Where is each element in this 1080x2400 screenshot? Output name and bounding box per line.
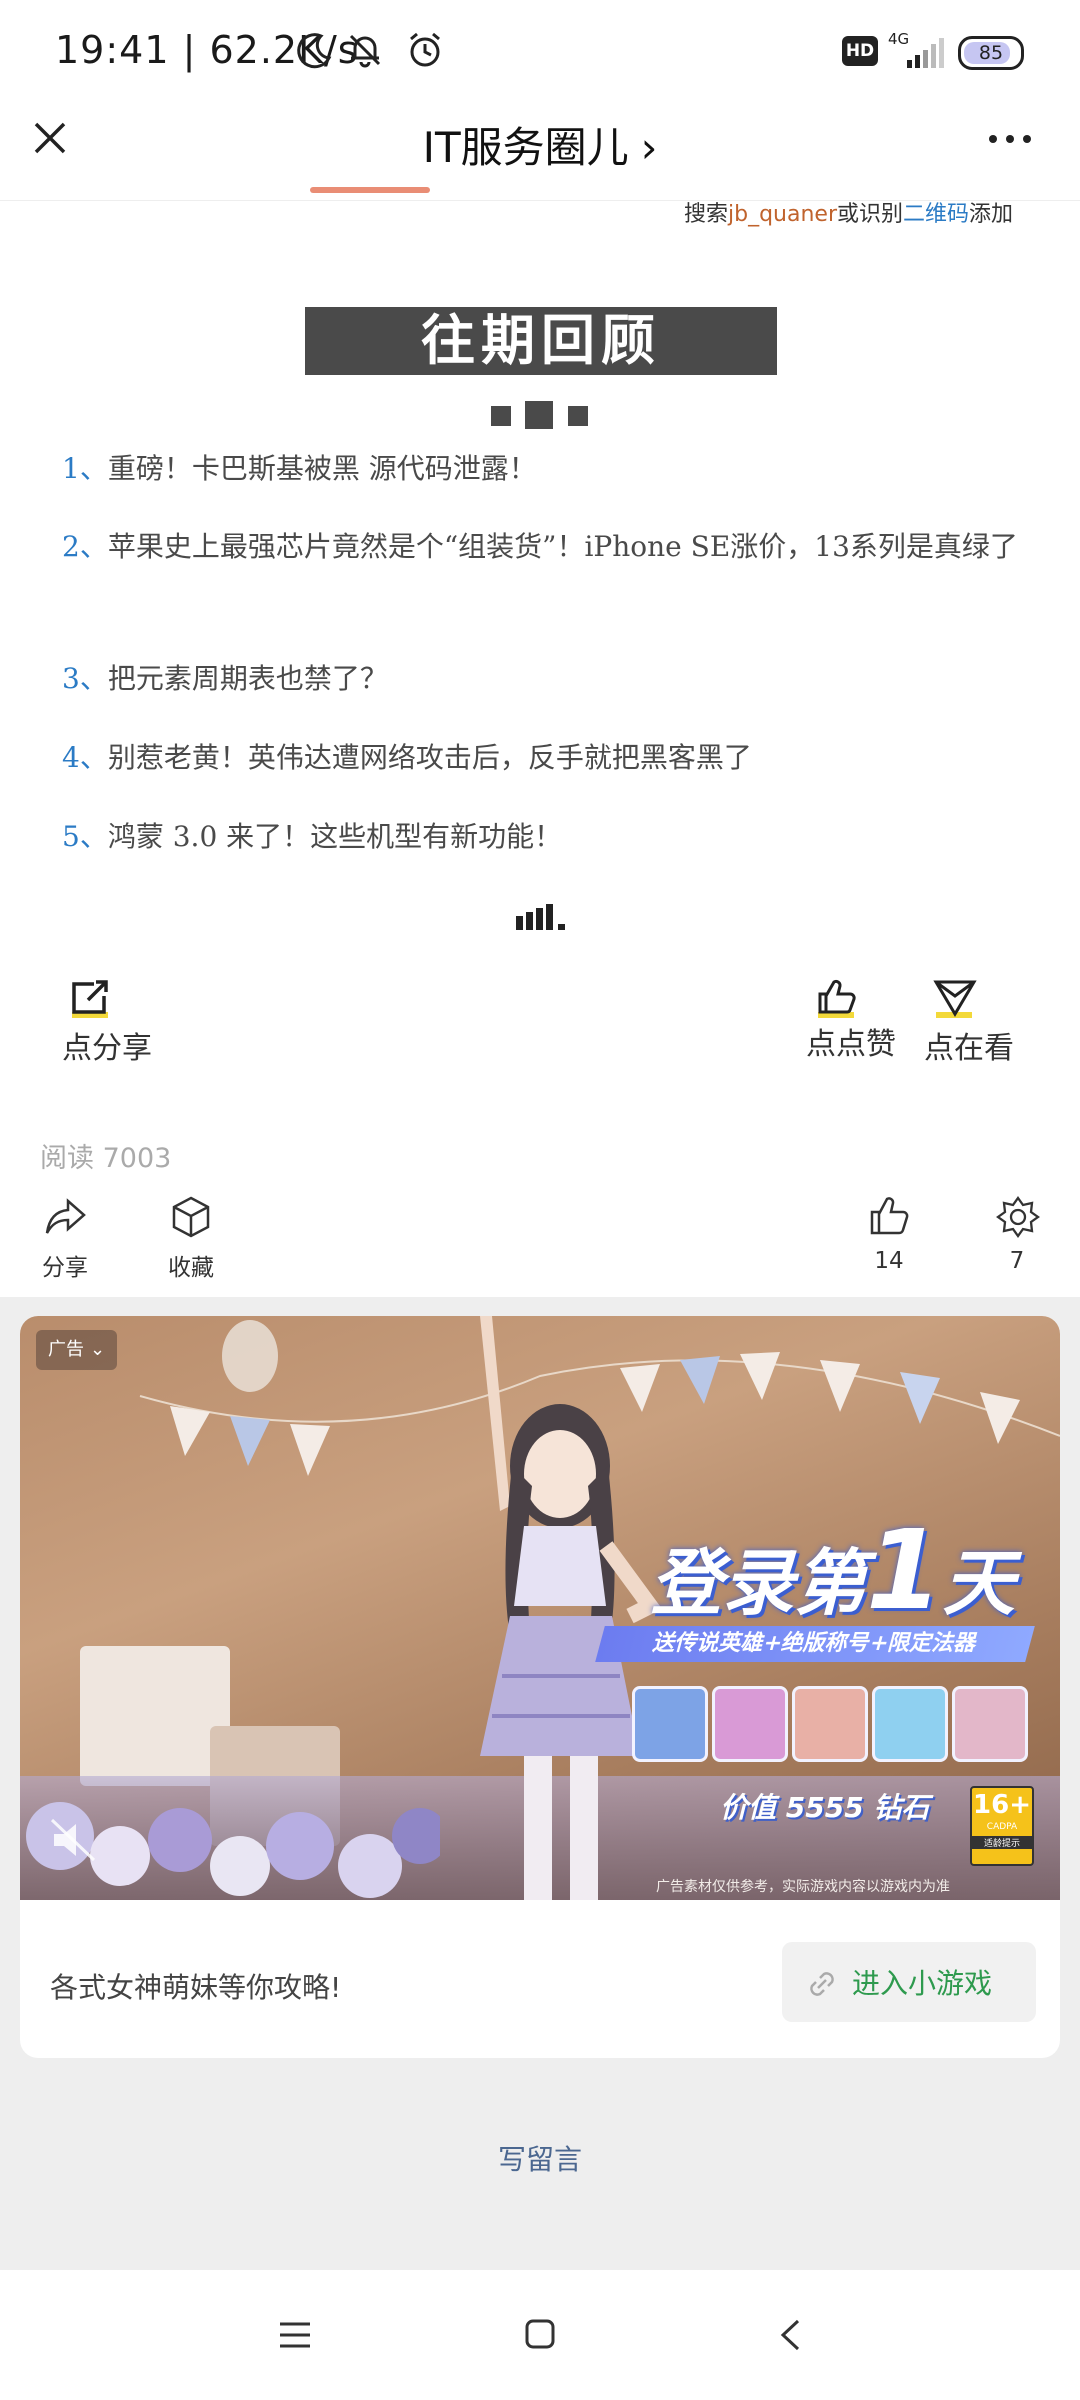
review-link-5[interactable]: 5、鸿蒙 3.0 来了！这些机型有新功能！ <box>62 810 1022 864</box>
qr-hint: 搜索jb_quaner或识别二维码添加 <box>684 202 1014 227</box>
cta-label: 进入小游戏 <box>852 1967 993 2000</box>
ad-headline: 登录第1天 <box>650 1506 1015 1634</box>
chevron-right-icon: › <box>640 123 658 172</box>
forward-icon[interactable] <box>44 1197 86 1237</box>
account-title[interactable]: IT服务圈儿 › <box>0 114 1080 175</box>
ad-card[interactable]: 登录第1天 送传说英雄+绝版称号+限定法器 价值 5555 钻石 16+ CAD… <box>20 1316 1060 2058</box>
chevron-down-icon: ⌄ <box>90 1339 106 1360</box>
article-header: IT服务圈儿 › <box>0 100 1080 201</box>
hd-badge: HD <box>842 36 878 66</box>
reward-hero-icon <box>632 1686 708 1762</box>
like-icon[interactable] <box>868 1195 910 1237</box>
write-comment-link[interactable]: 写留言 <box>0 2138 1080 2178</box>
share-label[interactable]: 点分享 <box>62 1023 152 1067</box>
bell-off-icon <box>349 34 381 68</box>
home-icon[interactable] <box>524 2318 556 2350</box>
mute-icon[interactable] <box>48 1816 100 1864</box>
like-count: 14 <box>874 1248 904 1274</box>
age-rating-badge: 16+ CADPA 适龄提示 <box>970 1786 1034 1866</box>
review-link-2[interactable]: 2、苹果史上最强芯片竟然是个“组装货”！iPhone SE涨价，13系列是真绿了 <box>62 520 1022 574</box>
share-icon[interactable] <box>68 978 114 1020</box>
wow-icon[interactable] <box>996 1195 1040 1239</box>
review-link-4[interactable]: 4、别惹老黄！英伟达遭网络攻击后，反手就把黑客黑了 <box>62 731 1022 785</box>
ad-description: 各式女神萌妹等你攻略! <box>50 1971 342 2004</box>
moon-icon <box>297 33 332 69</box>
battery-icon: 85 <box>958 36 1024 70</box>
watch-label[interactable]: 点在看 <box>924 1023 1014 1067</box>
ad-sub-banner: 送传说英雄+绝版称号+限定法器 <box>595 1626 1035 1662</box>
system-nav-bar <box>0 2270 1080 2400</box>
favorite-label[interactable]: 收藏 <box>156 1248 226 1282</box>
ad-image[interactable]: 登录第1天 送传说英雄+绝版称号+限定法器 价值 5555 钻石 16+ CAD… <box>20 1316 1060 1900</box>
reward-badge-icon <box>792 1686 868 1762</box>
ad-tag[interactable]: 广告 ⌄ <box>36 1330 118 1370</box>
alarm-icon <box>410 32 440 67</box>
like-label[interactable]: 点点赞 <box>806 1019 896 1063</box>
menu-icon[interactable] <box>278 2320 312 2350</box>
cropped-text-fragment <box>310 183 440 197</box>
box-icon[interactable] <box>170 1195 212 1239</box>
decor-square <box>491 406 511 426</box>
share-action-label[interactable]: 分享 <box>30 1248 100 1282</box>
reward-crystal-icon <box>712 1686 788 1762</box>
status-bar: 19:41 | 62.2K/s HD 4G 85 <box>0 0 1080 100</box>
back-icon[interactable] <box>778 2318 802 2352</box>
send-icon[interactable] <box>932 978 978 1020</box>
wow-count: 7 <box>1009 1248 1025 1274</box>
decor-square <box>568 406 588 426</box>
review-title-banner: 往期回顾 <box>305 307 777 375</box>
more-icon[interactable] <box>985 124 1035 154</box>
read-count: 阅读 7003 <box>40 1143 172 1174</box>
signal-icon <box>907 38 944 68</box>
battery-level: 85 <box>978 42 1004 64</box>
ad-value-text: 价值 5555 钻石 <box>720 1791 930 1824</box>
link-icon <box>810 1972 834 1996</box>
reward-scepter-icon <box>952 1686 1028 1762</box>
thumbs-up-icon[interactable] <box>814 978 860 1020</box>
reward-diamond-icon <box>872 1686 948 1762</box>
review-link-1[interactable]: 1、重磅！卡巴斯基被黑 源代码泄露！ <box>62 442 1022 496</box>
ad-disclaimer: 广告素材仅供参考，实际游戏内容以游戏内为准 <box>656 1879 950 1895</box>
equalizer-icon <box>516 904 565 930</box>
open-minigame-button[interactable]: 进入小游戏 <box>782 1942 1036 2022</box>
review-link-3[interactable]: 3、把元素周期表也禁了？ <box>62 652 1022 706</box>
decor-square <box>525 401 553 429</box>
